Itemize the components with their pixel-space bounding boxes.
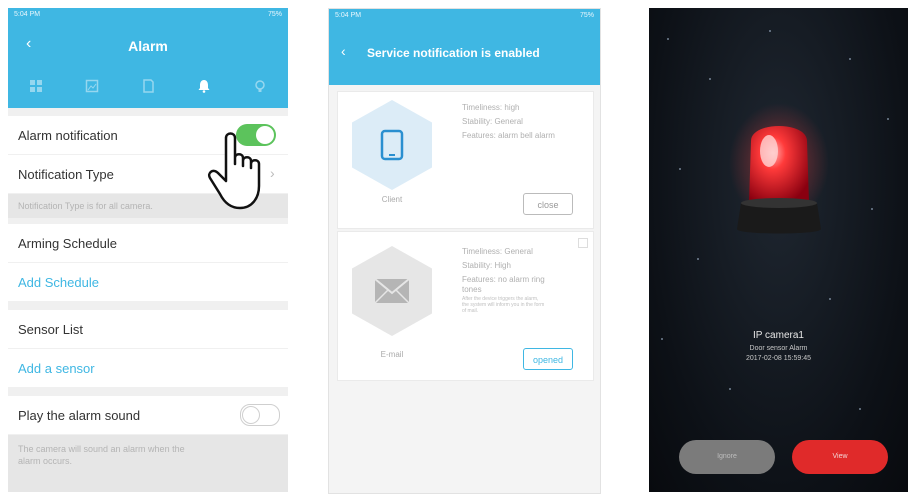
service-header: 5:04 PM 75% ‹ Service notification is en… bbox=[329, 9, 600, 85]
alarm-datetime: 2017-02-08 15:59:45 bbox=[746, 355, 811, 362]
tab-grid-icon[interactable] bbox=[29, 79, 43, 93]
add-sensor-row[interactable]: Add a sensor bbox=[8, 349, 288, 387]
page-title: Alarm bbox=[128, 38, 168, 54]
tab-image-icon[interactable] bbox=[85, 79, 99, 93]
email-features-cont: tones bbox=[462, 285, 482, 294]
close-button[interactable]: close bbox=[523, 193, 573, 215]
email-card: E-mail Timeliness: General Stability: Hi… bbox=[337, 231, 594, 381]
sensor-list-row: Sensor List bbox=[8, 310, 288, 348]
sound-hint-line-1: The camera will sound an alarm when the bbox=[18, 444, 185, 454]
status-battery: 75% bbox=[579, 12, 594, 19]
client-timeliness: Timeliness: high bbox=[462, 103, 520, 112]
sound-hint-line-2: alarm occurs. bbox=[18, 456, 73, 466]
tap-hand-icon bbox=[208, 132, 261, 210]
play-sound-toggle[interactable] bbox=[240, 404, 280, 426]
status-time: 5:04 PM bbox=[14, 11, 41, 18]
email-stability: Stability: High bbox=[462, 261, 511, 270]
toggle-knob bbox=[242, 406, 260, 424]
add-schedule-row[interactable]: Add Schedule bbox=[8, 263, 288, 301]
star bbox=[849, 58, 851, 60]
star bbox=[667, 38, 669, 40]
back-arrow-icon[interactable]: ‹ bbox=[341, 43, 346, 59]
tab-bell-icon[interactable] bbox=[197, 79, 211, 93]
star bbox=[679, 168, 681, 170]
camera-name: IP camera1 bbox=[753, 330, 804, 341]
email-timeliness: Timeliness: General bbox=[462, 247, 533, 256]
arming-schedule-row: Arming Schedule bbox=[8, 224, 288, 262]
client-features: Features: alarm bell alarm bbox=[462, 131, 555, 140]
status-bar: 5:04 PM 75% bbox=[8, 8, 288, 22]
play-sound-row[interactable]: Play the alarm sound bbox=[8, 396, 288, 434]
notification-hint-text: Notification Type is for all camera. bbox=[18, 201, 153, 211]
status-time: 5:04 PM bbox=[335, 12, 362, 19]
alarm-header: 5:04 PM 75% ‹ Alarm bbox=[8, 8, 288, 108]
client-hexagon bbox=[352, 100, 432, 190]
alarm-alert-screen: IP camera1 Door sensor Alarm 2017-02-08 … bbox=[649, 8, 908, 492]
star bbox=[729, 388, 731, 390]
star bbox=[859, 408, 861, 410]
siren-icon bbox=[729, 103, 829, 234]
sensor-list-label: Sensor List bbox=[18, 322, 84, 337]
star bbox=[769, 30, 771, 32]
star bbox=[709, 78, 711, 80]
email-note-3: of mail. bbox=[462, 308, 479, 314]
phone-icon bbox=[380, 129, 404, 161]
star bbox=[871, 208, 873, 210]
arming-schedule-label: Arming Schedule bbox=[18, 236, 117, 251]
alarm-notification-label: Alarm notification bbox=[18, 128, 118, 143]
play-sound-label: Play the alarm sound bbox=[18, 408, 141, 423]
alarm-event: Door sensor Alarm bbox=[749, 345, 808, 352]
service-notification-screen: 5:04 PM 75% ‹ Service notification is en… bbox=[328, 8, 601, 494]
opened-button[interactable]: opened bbox=[523, 348, 573, 370]
star bbox=[697, 258, 699, 260]
tab-bar bbox=[8, 72, 288, 100]
client-caption: Client bbox=[381, 195, 403, 204]
envelope-icon bbox=[374, 278, 410, 304]
email-hexagon bbox=[352, 246, 432, 336]
checkbox[interactable] bbox=[578, 238, 588, 248]
add-schedule-link[interactable]: Add Schedule bbox=[18, 275, 99, 290]
star bbox=[887, 118, 889, 120]
play-sound-hint: The camera will sound an alarm when the … bbox=[8, 435, 288, 492]
status-battery: 75% bbox=[267, 11, 282, 18]
client-card: Client Timeliness: high Stability: Gener… bbox=[337, 91, 594, 229]
add-sensor-link[interactable]: Add a sensor bbox=[18, 361, 95, 376]
email-caption: E-mail bbox=[380, 350, 404, 359]
status-bar: 5:04 PM 75% bbox=[329, 9, 600, 23]
view-button[interactable]: View bbox=[792, 440, 888, 474]
notification-type-label: Notification Type bbox=[18, 167, 114, 182]
star bbox=[829, 298, 831, 300]
tab-sd-card-icon[interactable] bbox=[141, 79, 155, 93]
ignore-button[interactable]: Ignore bbox=[679, 440, 775, 474]
page-title: Service notification is enabled bbox=[367, 46, 540, 60]
tab-bulb-icon[interactable] bbox=[253, 79, 267, 93]
alarm-settings-screen: 5:04 PM 75% ‹ Alarm Alarm notification N… bbox=[8, 8, 288, 492]
client-stability: Stability: General bbox=[462, 117, 523, 126]
